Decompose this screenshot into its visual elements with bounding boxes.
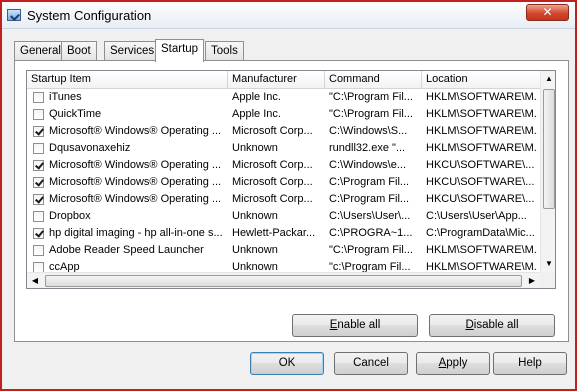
table-row[interactable]: Microsoft® Windows® Operating ... Microso… <box>27 157 540 174</box>
startup-item-checkbox[interactable] <box>33 245 44 256</box>
column-header-location[interactable]: Location <box>422 71 540 89</box>
startup-tab-panel: Startup Item Manufacturer Command Locati… <box>14 60 569 342</box>
vertical-scroll-thumb[interactable] <box>543 89 555 209</box>
cell-command: "C:\Program Fil... <box>329 108 413 120</box>
cell-manufacturer: Microsoft Corp... <box>232 176 313 188</box>
cell-startup-item: Adobe Reader Speed Launcher <box>49 244 204 256</box>
msconfig-app-icon <box>7 9 21 21</box>
window-title: System Configuration <box>27 8 152 23</box>
scroll-left-arrow-icon[interactable]: ◀ <box>27 273 43 288</box>
table-row[interactable]: Adobe Reader Speed Launcher Unknown "C:\Pr… <box>27 242 540 259</box>
table-row[interactable]: Dropbox Unknown C:\Users\User\... C:\Users\… <box>27 208 540 225</box>
cell-location: C:\ProgramData\Mic... <box>426 227 535 239</box>
startup-item-checkbox[interactable] <box>33 160 44 171</box>
cell-manufacturer: Unknown <box>232 142 278 154</box>
title-bar[interactable]: System Configuration ✕ <box>2 2 575 29</box>
disable-all-button[interactable]: Disable all <box>429 314 555 337</box>
cell-command: C:\Windows\S... <box>329 125 408 137</box>
cell-startup-item: hp digital imaging - hp all-in-one s... <box>49 227 223 239</box>
startup-item-checkbox[interactable] <box>33 143 44 154</box>
cell-command: C:\Program Fil... <box>329 176 410 188</box>
cell-manufacturer: Microsoft Corp... <box>232 125 313 137</box>
horizontal-scroll-thumb[interactable] <box>45 275 522 287</box>
vertical-scrollbar[interactable]: ▲ ▼ <box>540 71 555 272</box>
cell-location: C:\Users\User\App... <box>426 210 527 222</box>
cell-location: HKLM\SOFTWARE\M... <box>426 142 538 154</box>
cell-command: C:\Program Fil... <box>329 193 410 205</box>
column-header-manufacturer[interactable]: Manufacturer <box>228 71 325 89</box>
cell-manufacturer: Apple Inc. <box>232 91 281 103</box>
cell-manufacturer: Unknown <box>232 244 278 256</box>
disable-all-label: isable all <box>473 319 519 331</box>
scrollbar-corner <box>540 272 555 288</box>
cell-startup-item: Microsoft® Windows® Operating ... <box>49 193 222 205</box>
scroll-up-arrow-icon[interactable]: ▲ <box>541 71 555 87</box>
disable-all-accelerator: D <box>465 319 474 331</box>
cell-command: "C:\Program Fil... <box>329 244 413 256</box>
cell-startup-item: Microsoft® Windows® Operating ... <box>49 159 222 171</box>
cell-command: C:\Windows\e... <box>329 159 407 171</box>
column-header-command[interactable]: Command <box>325 71 422 89</box>
startup-item-checkbox[interactable] <box>33 109 44 120</box>
scroll-right-arrow-icon[interactable]: ▶ <box>524 273 540 288</box>
apply-button[interactable]: Apply <box>416 352 490 375</box>
table-row[interactable]: Microsoft® Windows® Operating ... Microso… <box>27 123 540 140</box>
cell-location: HKLM\SOFTWARE\M... <box>426 125 538 137</box>
startup-item-checkbox[interactable] <box>33 194 44 205</box>
cell-startup-item: Dropbox <box>49 210 91 222</box>
cell-command: "C:\Program Fil... <box>329 91 413 103</box>
startup-item-checkbox[interactable] <box>33 126 44 137</box>
ok-button[interactable]: OK <box>250 352 324 375</box>
table-row[interactable]: hp digital imaging - hp all-in-one s... H… <box>27 225 540 242</box>
startup-item-checkbox[interactable] <box>33 177 44 188</box>
tab-general[interactable]: General <box>14 41 67 61</box>
startup-item-checkbox[interactable] <box>33 211 44 222</box>
cell-location: HKCU\SOFTWARE\... <box>426 176 535 188</box>
horizontal-scrollbar[interactable]: ◀ ▶ <box>27 272 540 288</box>
cell-manufacturer: Hewlett-Packar... <box>232 227 316 239</box>
cell-startup-item: iTunes <box>49 91 82 103</box>
system-configuration-window: System Configuration ✕ General Boot Serv… <box>0 0 577 391</box>
cell-command: C:\PROGRA~1... <box>329 227 413 239</box>
cell-manufacturer: Apple Inc. <box>232 108 281 120</box>
enable-all-button[interactable]: Enable all <box>292 314 418 337</box>
cancel-button[interactable]: Cancel <box>334 352 408 375</box>
cell-location: HKLM\SOFTWARE\M... <box>426 244 538 256</box>
cell-command: C:\Users\User\... <box>329 210 411 222</box>
cell-startup-item: Microsoft® Windows® Operating ... <box>49 176 222 188</box>
table-row[interactable]: QuickTime Apple Inc. "C:\Program Fil... HKL… <box>27 106 540 123</box>
enable-all-label: nable all <box>337 319 381 331</box>
table-row[interactable]: iTunes Apple Inc. "C:\Program Fil... HKLM\S… <box>27 89 540 106</box>
close-button[interactable]: ✕ <box>526 4 569 21</box>
help-button[interactable]: Help <box>493 352 567 375</box>
cell-location: HKLM\SOFTWARE\M... <box>426 108 538 120</box>
cell-location: HKCU\SOFTWARE\... <box>426 159 535 171</box>
tab-tools[interactable]: Tools <box>205 41 244 61</box>
startup-item-checkbox[interactable] <box>33 92 44 103</box>
cell-startup-item: QuickTime <box>49 108 102 120</box>
startup-items-list: Startup Item Manufacturer Command Locati… <box>26 70 556 289</box>
cell-manufacturer: Unknown <box>232 210 278 222</box>
cell-command: rundll32.exe "... <box>329 142 406 154</box>
tab-services[interactable]: Services <box>104 41 161 61</box>
tab-startup[interactable]: Startup <box>155 39 205 62</box>
cell-location: HKLM\SOFTWARE\M... <box>426 91 538 103</box>
table-row[interactable]: Microsoft® Windows® Operating ... Microso… <box>27 191 540 208</box>
startup-item-checkbox[interactable] <box>33 228 44 239</box>
scroll-down-arrow-icon[interactable]: ▼ <box>541 256 555 272</box>
cell-manufacturer: Microsoft Corp... <box>232 193 313 205</box>
cell-startup-item: Microsoft® Windows® Operating ... <box>49 125 222 137</box>
cell-manufacturer: Microsoft Corp... <box>232 159 313 171</box>
table-row[interactable]: Dqusavonaxehiz Unknown rundll32.exe "... HK… <box>27 140 540 157</box>
cell-location: HKCU\SOFTWARE\... <box>426 193 535 205</box>
table-row[interactable]: Microsoft® Windows® Operating ... Microso… <box>27 174 540 191</box>
list-header: Startup Item Manufacturer Command Locati… <box>27 71 540 89</box>
column-header-startup-item[interactable]: Startup Item <box>27 71 228 89</box>
apply-label: pply <box>446 357 468 369</box>
tab-boot[interactable]: Boot <box>61 41 97 61</box>
cell-startup-item: Dqusavonaxehiz <box>49 142 131 154</box>
